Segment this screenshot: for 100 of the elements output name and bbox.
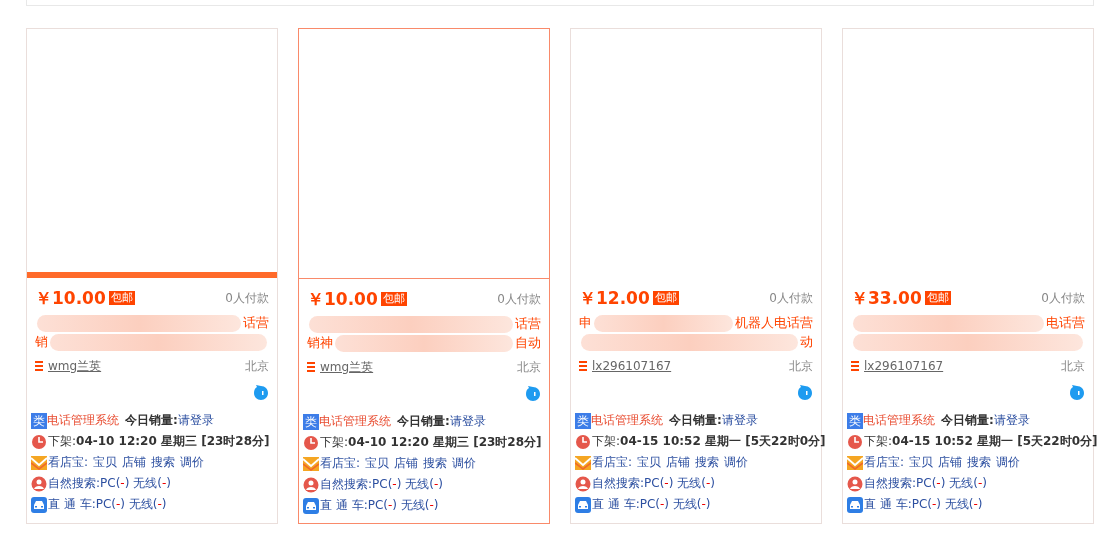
category-badge: 类 <box>31 412 47 429</box>
envelope-icon <box>303 455 319 472</box>
free-shipping-tag: 包邮 <box>108 291 135 305</box>
tool-link[interactable]: 宝贝 <box>93 454 118 471</box>
car-icon <box>303 497 319 514</box>
person-icon <box>575 475 591 492</box>
tool-link[interactable]: 搜索 <box>423 455 448 472</box>
tool-link[interactable]: 搜索 <box>967 454 992 471</box>
location: 北京 <box>245 357 269 375</box>
free-shipping-tag: 包邮 <box>924 291 951 305</box>
chat-bubble-icon[interactable] <box>1069 385 1085 401</box>
tool-label: 看店宝: <box>864 454 905 471</box>
delist-label: 下架: <box>592 433 621 450</box>
buyer-count: 0人付款 <box>497 290 541 308</box>
delist-label: 下架: <box>48 433 77 450</box>
location: 北京 <box>1061 357 1085 375</box>
delist-label: 下架: <box>864 433 893 450</box>
natural-search-stats: 自然搜索:PC(-) 无线(-) <box>48 475 171 492</box>
free-shipping-tag: 包邮 <box>652 291 679 305</box>
delist-time: 04-10 12:20 星期三 [23时28分] <box>348 434 542 451</box>
tool-link[interactable]: 宝贝 <box>637 454 662 471</box>
tool-link[interactable]: 调价 <box>180 454 205 471</box>
price: ￥10.00 <box>35 286 106 310</box>
price: ￥10.00 <box>307 287 378 311</box>
envelope-icon <box>575 454 591 471</box>
clock-icon <box>31 433 47 450</box>
tool-link[interactable]: 店铺 <box>666 454 691 471</box>
seller-link[interactable]: lx296107167 <box>592 359 672 373</box>
person-icon <box>303 476 319 493</box>
category-name[interactable]: 电话管理系统 <box>591 412 663 429</box>
title-fragment[interactable]: 话营 <box>243 315 269 332</box>
free-shipping-tag: 包邮 <box>380 292 407 306</box>
seller-link[interactable]: wmg兰英 <box>320 358 374 376</box>
seller-link[interactable]: lx296107167 <box>864 359 944 373</box>
title-fragment[interactable]: 机器人电话营 <box>735 315 813 332</box>
location: 北京 <box>517 358 541 376</box>
buyer-count: 0人付款 <box>769 289 813 307</box>
menu-icon[interactable] <box>579 361 587 371</box>
chat-bubble-icon[interactable] <box>797 385 813 401</box>
ad-stats: 直 通 车:PC(-) 无线(-) <box>320 497 439 514</box>
category-badge: 类 <box>575 412 591 429</box>
location: 北京 <box>789 357 813 375</box>
envelope-icon <box>31 454 47 471</box>
category-name[interactable]: 电话管理系统 <box>319 413 391 430</box>
title-fragment[interactable]: 自动 <box>515 335 541 352</box>
sales-label: 今日销量: <box>397 413 450 430</box>
tool-link[interactable]: 宝贝 <box>365 455 390 472</box>
tool-link[interactable]: 调价 <box>452 455 477 472</box>
tool-link[interactable]: 店铺 <box>938 454 963 471</box>
menu-icon[interactable] <box>851 361 859 371</box>
tool-link[interactable]: 店铺 <box>394 455 419 472</box>
title-fragment[interactable]: 电话营 <box>1046 315 1085 332</box>
person-icon <box>31 475 47 492</box>
car-icon <box>847 496 863 513</box>
tool-label: 看店宝: <box>592 454 633 471</box>
tool-label: 看店宝: <box>320 455 361 472</box>
category-name[interactable]: 电话管理系统 <box>47 412 119 429</box>
clock-icon <box>847 433 863 450</box>
tool-link[interactable]: 宝贝 <box>909 454 934 471</box>
tool-label: 看店宝: <box>48 454 89 471</box>
clock-icon <box>575 433 591 450</box>
login-link[interactable]: 请登录 <box>449 413 486 430</box>
login-link[interactable]: 请登录 <box>721 412 758 429</box>
tool-link[interactable]: 调价 <box>724 454 749 471</box>
buyer-count: 0人付款 <box>1041 289 1085 307</box>
ad-stats: 直 通 车:PC(-) 无线(-) <box>48 496 167 513</box>
login-link[interactable]: 请登录 <box>993 412 1030 429</box>
car-icon <box>31 496 47 513</box>
category-name[interactable]: 电话管理系统 <box>863 412 935 429</box>
car-icon <box>575 496 591 513</box>
title-fragment[interactable]: 销神 <box>307 335 333 352</box>
title-fragment[interactable]: 申 <box>579 315 592 332</box>
category-badge: 类 <box>847 412 863 429</box>
menu-icon[interactable] <box>35 361 43 371</box>
sales-label: 今日销量: <box>669 412 722 429</box>
price: ￥12.00 <box>579 286 650 310</box>
chat-bubble-icon[interactable] <box>253 385 269 401</box>
ad-stats: 直 通 车:PC(-) 无线(-) <box>592 496 711 513</box>
tool-link[interactable]: 搜索 <box>151 454 176 471</box>
title-fragment[interactable]: 销 <box>35 334 48 351</box>
clock-icon <box>303 434 319 451</box>
login-link[interactable]: 请登录 <box>177 412 214 429</box>
person-icon <box>847 475 863 492</box>
chat-bubble-icon[interactable] <box>525 386 541 402</box>
category-badge: 类 <box>303 413 319 430</box>
tool-link[interactable]: 搜索 <box>695 454 720 471</box>
product-card[interactable]: ￥10.00 包邮 0人付款 话营 销 wmg兰英 北京 类 电话管理系统 今日销量:请登录 下架:04-10 12:20 星期三 [23时28分] 看店宝: 宝贝 店铺 搜索 调价 自然搜索:PC(-) 无线(-) 直 通 车:PC(-) 无线(-) <box>26 28 278 524</box>
title-fragment[interactable]: 话营 <box>515 316 541 333</box>
title-fragment[interactable]: 动 <box>800 334 813 351</box>
natural-search-stats: 自然搜索:PC(-) 无线(-) <box>864 475 987 492</box>
product-card[interactable]: ￥10.00 包邮 0人付款 话营 销神 自动 wmg兰英 北京 类 电话管理系统 今日销量:请登录 下架:04-10 12:20 星期三 [23时28分] 看店宝: 宝贝 店铺 搜索 调价 自然搜索:PC(-) 无线(-) 直 通 车:PC(-) 无线(-) <box>298 28 550 524</box>
seller-link[interactable]: wmg兰英 <box>48 357 102 375</box>
delist-label: 下架: <box>320 434 349 451</box>
tool-link[interactable]: 调价 <box>996 454 1021 471</box>
buyer-count: 0人付款 <box>225 289 269 307</box>
menu-icon[interactable] <box>307 362 315 372</box>
envelope-icon <box>847 454 863 471</box>
natural-search-stats: 自然搜索:PC(-) 无线(-) <box>592 475 715 492</box>
price: ￥33.00 <box>851 286 922 310</box>
tool-link[interactable]: 店铺 <box>122 454 147 471</box>
